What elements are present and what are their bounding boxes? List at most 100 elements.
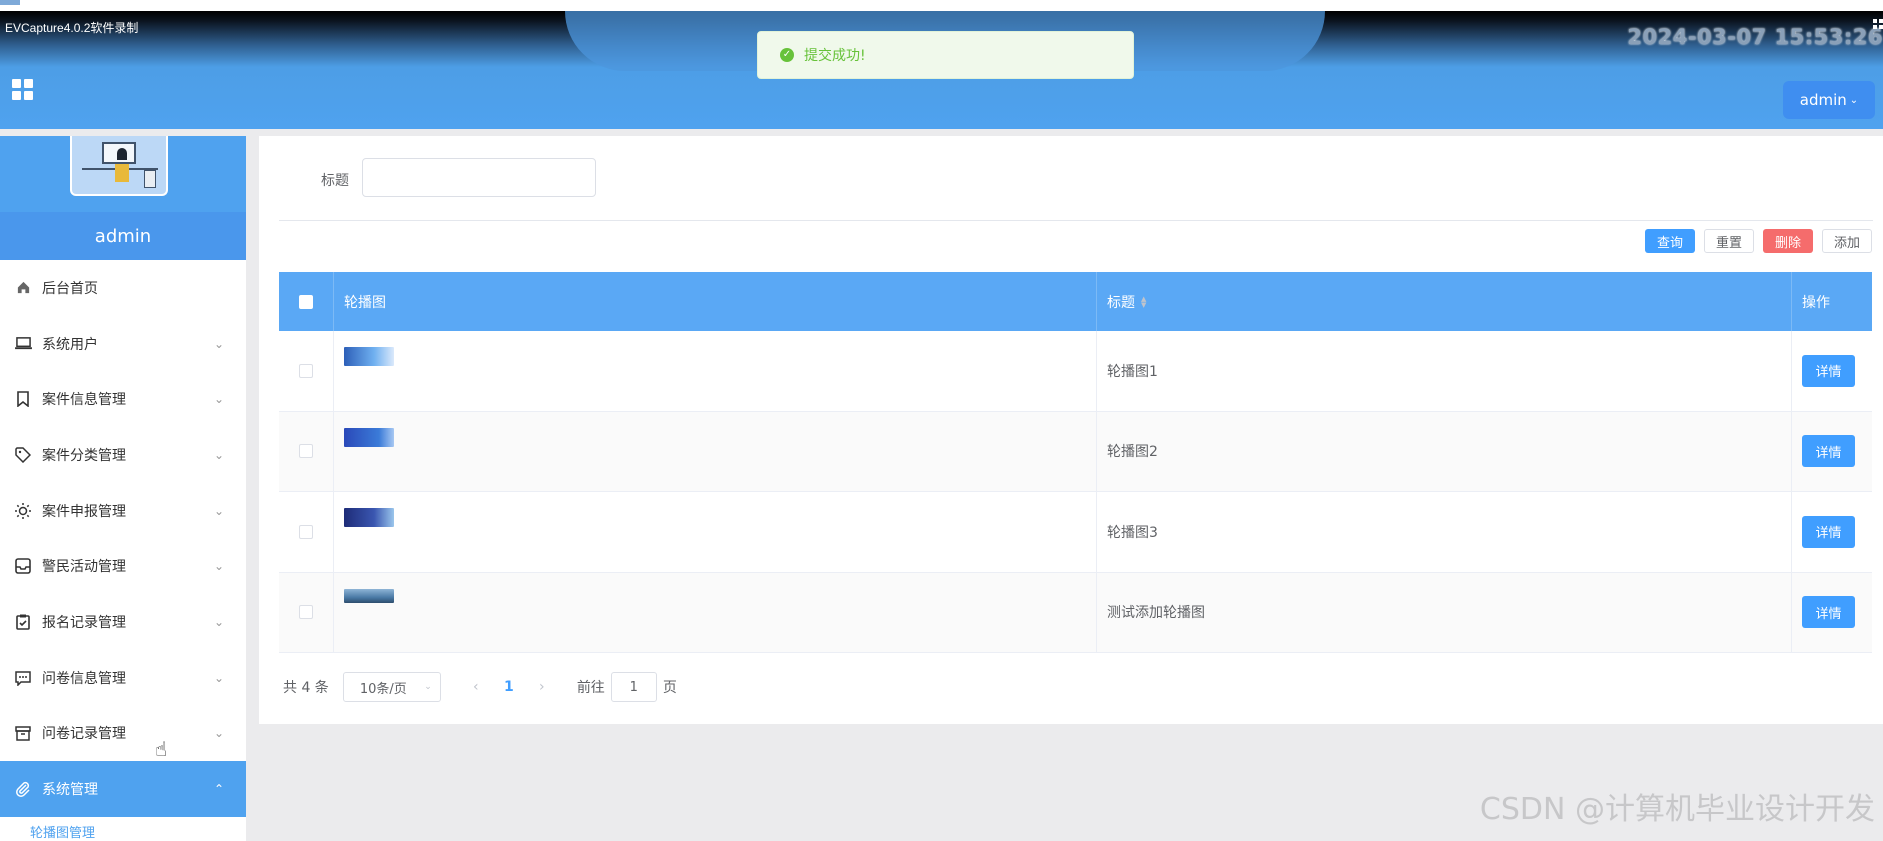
action-cell: 详情 [1792, 492, 1872, 572]
title-cell: 测试添加轮播图 [1097, 572, 1792, 652]
chevron-down-icon: ⌄ [213, 614, 224, 629]
sidebar-profile: admin [0, 136, 246, 260]
column-header-actions: 操作 [1802, 294, 1830, 311]
action-cell: 详情 [1792, 412, 1872, 492]
carousel-thumbnail [344, 508, 394, 527]
column-header-title-label: 标题 [1107, 294, 1135, 311]
image-cell [334, 492, 1097, 572]
carousel-thumbnail [344, 588, 394, 603]
row-checkbox[interactable] [299, 605, 313, 620]
action-cell: 详情 [1792, 573, 1872, 653]
row-checkbox[interactable] [299, 524, 313, 539]
title-cell: 轮播图3 [1097, 492, 1792, 572]
search-label: 标题 [321, 173, 349, 189]
title-cell: 轮播图1 [1097, 331, 1792, 411]
sidebar-item-system-users[interactable]: 系统用户 ⌄ [0, 316, 246, 372]
sidebar-item-case-info[interactable]: 案件信息管理 ⌄ [0, 371, 246, 427]
sidebar-item-system-management[interactable]: 系统管理 ⌃ [0, 761, 246, 817]
toast-message: 提交成功! [804, 48, 866, 64]
chevron-down-icon: ⌄ [424, 682, 432, 692]
select-all-checkbox[interactable] [299, 294, 313, 309]
home-icon [14, 279, 32, 297]
row-checkbox-cell [279, 331, 334, 411]
carousel-thumbnail [344, 427, 394, 447]
app-logo-icon [0, 0, 20, 5]
carousel-thumbnail [344, 347, 394, 366]
success-toast: ✓ 提交成功! [757, 31, 1134, 79]
row-checkbox[interactable] [299, 363, 313, 378]
hand-cursor-icon: ☝ [155, 737, 168, 761]
row-checkbox-cell [279, 572, 334, 652]
pagination: 共 4 条 10条/页 ⌄ ‹ 1 › 前往 1 页 [283, 672, 677, 702]
goto-label: 前往 [576, 680, 605, 696]
sidebar-item-case-category[interactable]: 案件分类管理 ⌄ [0, 427, 246, 483]
goto-page-input[interactable]: 1 [610, 672, 657, 702]
chevron-down-icon: ⌄ [1849, 94, 1859, 106]
grid-menu-icon[interactable] [12, 79, 34, 101]
paperclip-icon [14, 780, 32, 798]
sidebar-item-label: 警民活动管理 [42, 559, 126, 576]
archive-icon [14, 724, 32, 742]
sort-icon[interactable]: ▲ ▼ [1141, 295, 1146, 308]
chevron-down-icon: ⌄ [213, 447, 224, 462]
column-header-title[interactable]: 标题 ▲ ▼ [1097, 272, 1792, 331]
sidebar-item-label: 案件分类管理 [42, 447, 126, 464]
query-button[interactable]: 查询 [1645, 229, 1695, 253]
sidebar-item-survey-info[interactable]: 问卷信息管理 ⌄ [0, 650, 246, 706]
sidebar-item-label: 报名记录管理 [42, 614, 126, 631]
sidebar-item-signup-records[interactable]: 报名记录管理 ⌄ [0, 594, 246, 650]
table-row: 轮播图1 详情 [279, 331, 1872, 412]
row-checkbox-cell [279, 411, 334, 491]
chevron-down-icon: ⌄ [213, 559, 224, 574]
prev-page-icon[interactable]: ‹ [463, 679, 489, 695]
goto-suffix: 页 [662, 680, 677, 696]
laptop-icon [14, 335, 32, 353]
sidebar-item-police-activity[interactable]: 警民活动管理 ⌄ [0, 538, 246, 594]
watermark: CSDN @计算机毕业设计开发 [1479, 792, 1875, 827]
chevron-down-icon: ⌄ [213, 670, 224, 685]
action-cell: 详情 [1792, 331, 1872, 411]
chevron-down-icon: ⌄ [213, 392, 224, 407]
page-number[interactable]: 1 [489, 679, 529, 695]
detail-button[interactable]: 详情 [1802, 435, 1855, 468]
page-size-select[interactable]: 10条/页 ⌄ [342, 672, 441, 702]
chevron-down-icon: ⌄ [213, 503, 224, 518]
sidebar-username: admin [0, 212, 246, 260]
sun-icon [14, 502, 32, 520]
add-button[interactable]: 添加 [1822, 229, 1872, 253]
row-checkbox[interactable] [299, 444, 313, 459]
page-size-value: 10条/页 [359, 681, 407, 697]
bookmark-icon [14, 390, 32, 408]
reset-button[interactable]: 重置 [1704, 229, 1754, 253]
header-checkbox-cell [279, 272, 334, 331]
total-count: 共 4 条 [283, 680, 329, 696]
row-checkbox-cell [279, 492, 334, 572]
sidebar-item-survey-records[interactable]: 问卷记录管理 ⌄ [0, 706, 246, 762]
sidebar-item-case-report[interactable]: 案件申报管理 ⌄ [0, 483, 246, 539]
table-row: 测试添加轮播图 详情 [279, 572, 1872, 653]
title-search-input[interactable] [362, 158, 596, 197]
delete-button[interactable]: 删除 [1763, 229, 1813, 253]
corner-grid-icon [1873, 19, 1883, 35]
title-cell: 轮播图2 [1097, 411, 1792, 491]
sidebar-item-label: 系统用户 [42, 336, 98, 353]
detail-button[interactable]: 详情 [1802, 596, 1855, 629]
column-header-image: 轮播图 [334, 272, 1097, 331]
avatar [70, 136, 168, 196]
image-cell [334, 331, 1097, 411]
detail-button[interactable]: 详情 [1802, 515, 1855, 548]
table-row: 轮播图2 详情 [279, 411, 1872, 492]
detail-button[interactable]: 详情 [1802, 354, 1855, 387]
message-icon [14, 669, 32, 687]
sidebar: admin 后台首页 系统用户 ⌄ 案件信息管理 ⌄ 案件分类管理 ⌄ 案件申报… [0, 136, 246, 841]
top-strip [0, 0, 1883, 11]
image-cell [334, 411, 1097, 491]
inbox-icon [14, 557, 32, 575]
sidebar-subitem-carousel[interactable]: 轮播图管理 [0, 817, 246, 841]
sidebar-item-label: 后台首页 [42, 280, 98, 297]
next-page-icon[interactable]: › [529, 679, 555, 695]
sidebar-item-home[interactable]: 后台首页 [0, 260, 246, 316]
user-menu-dropdown[interactable]: admin ⌄ [1783, 81, 1875, 119]
main-content: 标题 查询 重置 删除 添加 轮播图 标题 ▲ ▼ 操作 轮播图1 详情 轮播图2 [259, 136, 1883, 724]
sidebar-item-label: 系统管理 [42, 782, 98, 799]
